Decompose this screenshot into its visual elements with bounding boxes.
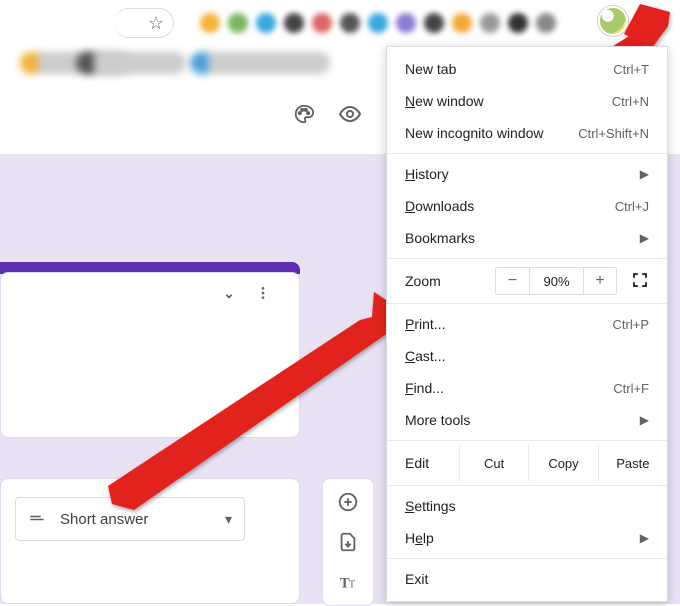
menu-zoom-row: Zoom − 90% + xyxy=(387,263,667,299)
short-answer-icon xyxy=(28,509,46,530)
profile-avatar[interactable] xyxy=(598,6,628,36)
omnibox-edge[interactable] xyxy=(114,8,174,38)
extension-icon[interactable] xyxy=(508,13,528,33)
menu-separator xyxy=(387,485,667,486)
more-vert-icon xyxy=(644,14,660,30)
menu-separator xyxy=(387,258,667,259)
submenu-arrow-icon: ▶ xyxy=(640,167,649,181)
extension-icon[interactable] xyxy=(340,13,360,33)
menu-cast[interactable]: Cast... xyxy=(387,340,667,372)
extension-icon[interactable] xyxy=(368,13,388,33)
menu-separator xyxy=(387,153,667,154)
menu-more-tools[interactable]: More tools▶ xyxy=(387,404,667,436)
extension-icon[interactable] xyxy=(536,13,556,33)
bookmark-item[interactable] xyxy=(190,52,330,74)
bookmark-star-icon[interactable]: ☆ xyxy=(148,13,164,34)
extension-icon[interactable] xyxy=(284,13,304,33)
menu-print[interactable]: Print...Ctrl+P xyxy=(387,308,667,340)
card-more-icon[interactable] xyxy=(251,281,275,305)
chrome-menu-button[interactable] xyxy=(636,6,668,38)
svg-text:T: T xyxy=(349,580,355,591)
menu-settings[interactable]: Settings xyxy=(387,490,667,522)
browser-toolbar: ☆ xyxy=(0,0,680,46)
extensions-row xyxy=(200,8,556,38)
question-card[interactable]: Short answer ▾ xyxy=(0,478,300,604)
zoom-level: 90% xyxy=(529,267,583,295)
extension-icon[interactable] xyxy=(424,13,444,33)
eye-icon[interactable] xyxy=(336,100,364,128)
forms-header-icons xyxy=(290,100,364,128)
menu-paste[interactable]: Paste xyxy=(598,445,667,481)
submenu-arrow-icon: ▶ xyxy=(640,531,649,545)
collapse-icon[interactable]: ⌄ xyxy=(217,281,241,305)
menu-incognito[interactable]: New incognito windowCtrl+Shift+N xyxy=(387,117,667,149)
palette-icon[interactable] xyxy=(290,100,318,128)
menu-edit-row: Edit Cut Copy Paste xyxy=(387,445,667,481)
form-title-card[interactable]: ⌄ xyxy=(0,272,300,438)
chrome-menu: New tabCtrl+T New windowCtrl+N New incog… xyxy=(386,46,668,602)
extension-icon[interactable] xyxy=(256,13,276,33)
extension-icon[interactable] xyxy=(452,13,472,33)
menu-new-window[interactable]: New windowCtrl+N xyxy=(387,85,667,117)
menu-find[interactable]: Find...Ctrl+F xyxy=(387,372,667,404)
add-question-button[interactable] xyxy=(335,489,361,515)
bookmark-item[interactable] xyxy=(76,52,186,74)
menu-separator xyxy=(387,303,667,304)
chevron-down-icon: ▾ xyxy=(225,511,232,528)
menu-downloads[interactable]: DownloadsCtrl+J xyxy=(387,190,667,222)
zoom-in-button[interactable]: + xyxy=(583,267,617,295)
fullscreen-icon[interactable] xyxy=(631,271,649,292)
menu-bookmarks[interactable]: Bookmarks▶ xyxy=(387,222,667,254)
answer-type-dropdown[interactable]: Short answer ▾ xyxy=(15,497,245,541)
menu-separator xyxy=(387,558,667,559)
menu-exit[interactable]: Exit xyxy=(387,563,667,595)
menu-cut[interactable]: Cut xyxy=(459,445,528,481)
menu-help[interactable]: Help▶ xyxy=(387,522,667,554)
menu-separator xyxy=(387,440,667,441)
submenu-arrow-icon: ▶ xyxy=(640,413,649,427)
submenu-arrow-icon: ▶ xyxy=(640,231,649,245)
menu-history[interactable]: History▶ xyxy=(387,158,667,190)
menu-copy[interactable]: Copy xyxy=(528,445,597,481)
extension-icon[interactable] xyxy=(312,13,332,33)
extension-icon[interactable] xyxy=(200,13,220,33)
extension-icon[interactable] xyxy=(480,13,500,33)
zoom-out-button[interactable]: − xyxy=(495,267,529,295)
extension-icon[interactable] xyxy=(396,13,416,33)
menu-new-tab[interactable]: New tabCtrl+T xyxy=(387,53,667,85)
answer-type-label: Short answer xyxy=(60,511,211,528)
import-questions-button[interactable] xyxy=(335,529,361,555)
extension-icon[interactable] xyxy=(228,13,248,33)
add-title-button[interactable]: TT xyxy=(335,569,361,595)
forms-side-toolbox: TT xyxy=(322,478,374,606)
